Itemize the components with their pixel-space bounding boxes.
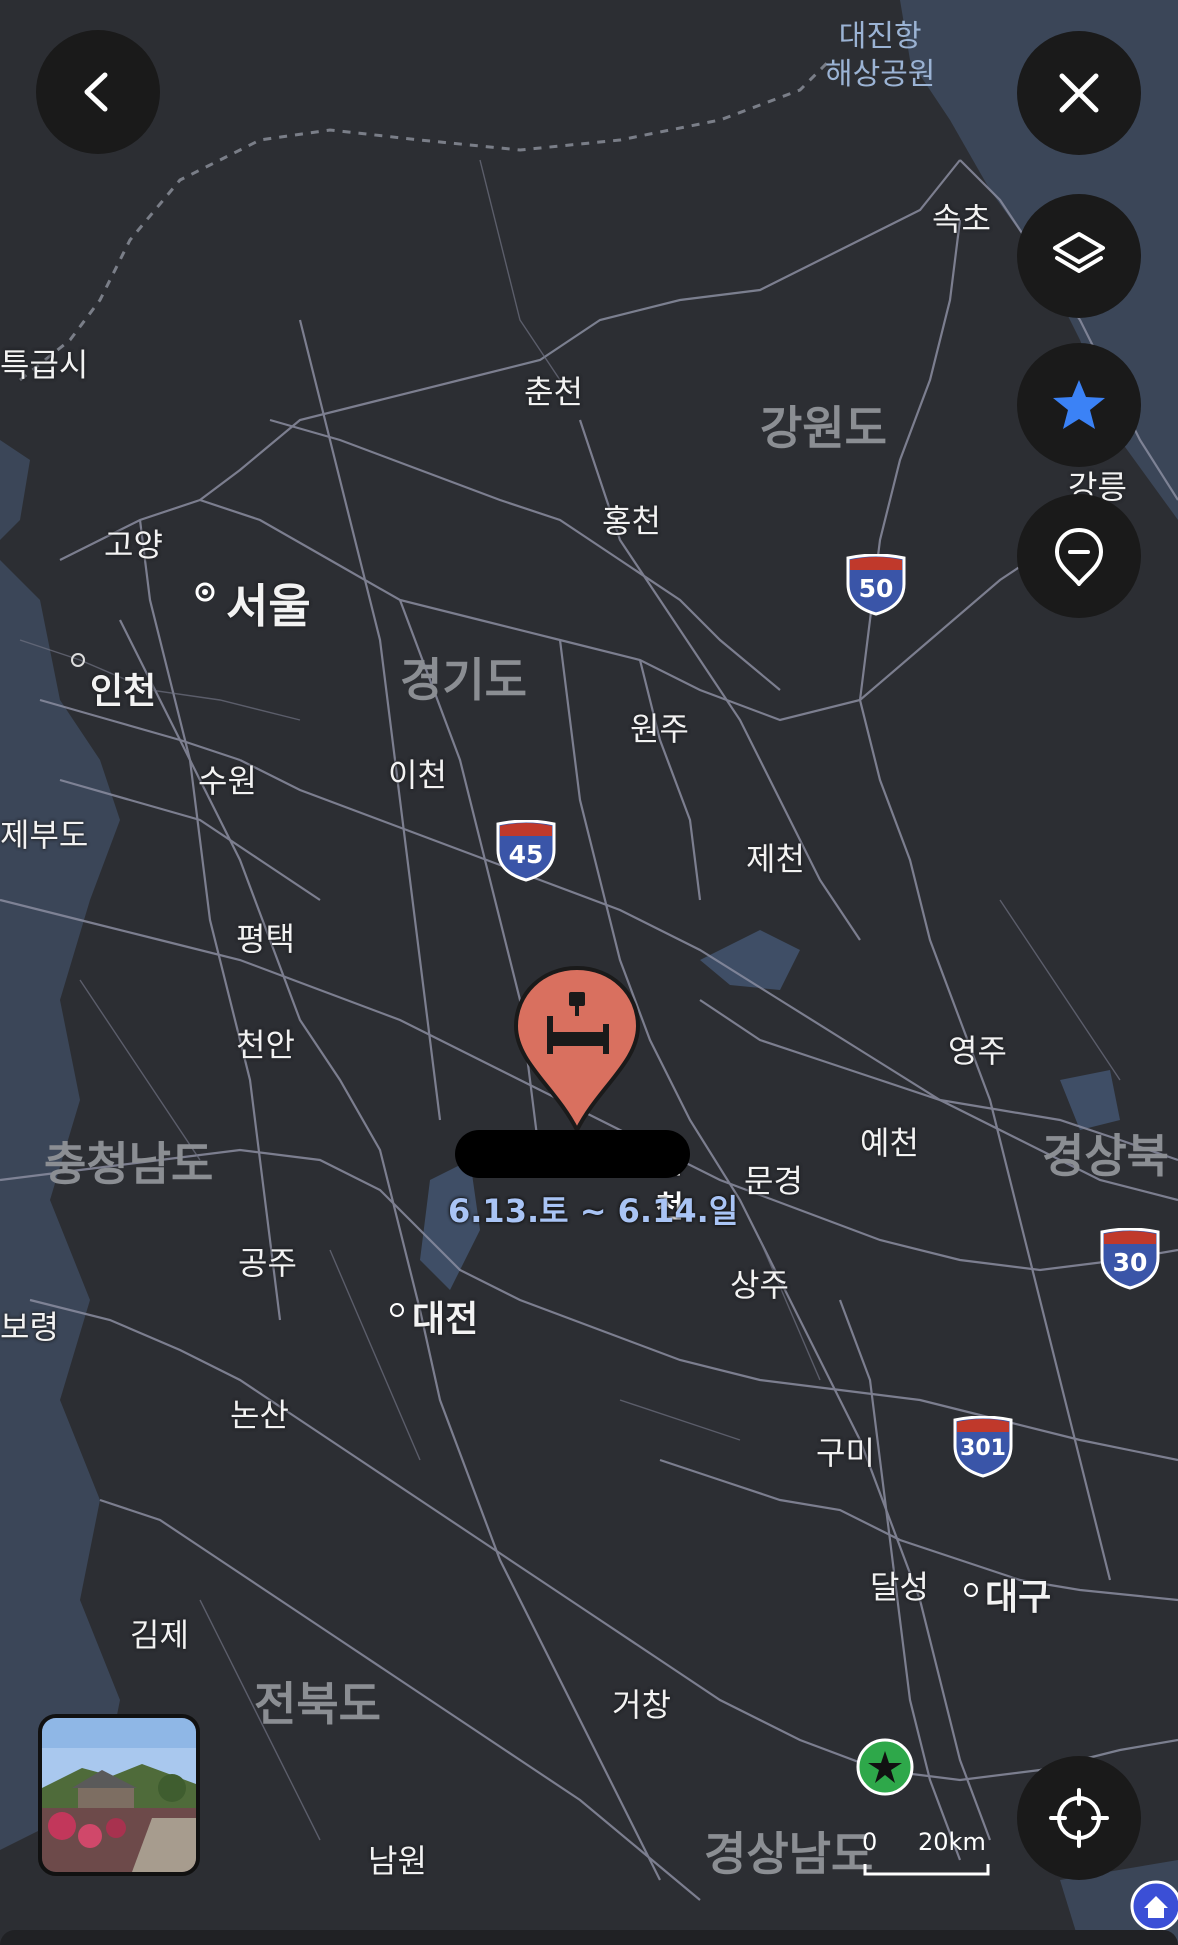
label-jebudo: 제부도 [0, 816, 89, 854]
favorite-button[interactable] [1017, 343, 1141, 467]
home-marker[interactable] [1128, 1876, 1178, 1932]
location-off-icon [1054, 527, 1104, 586]
west-sea [0, 560, 120, 1850]
pin-title-redaction [455, 1130, 690, 1178]
back-button[interactable] [36, 30, 160, 154]
highway-shield-301: 301 [951, 1415, 1015, 1478]
highway-shield-45: 45 [494, 819, 558, 882]
label-chungnam: 충청남도 [44, 1137, 214, 1191]
label-gyeongnam: 경상남도 [704, 1827, 874, 1881]
label-namwon: 남원 [368, 1842, 427, 1880]
pin-dates: 6.13.토 ~ 6.14.일 [448, 1192, 739, 1230]
label-nonsan: 논산 [230, 1396, 289, 1434]
seoul-dot-inner [202, 589, 208, 595]
label-yeongju: 영주 [948, 1032, 1007, 1070]
label-gyeongbuk: 경상북 [1042, 1129, 1169, 1183]
star-icon [1053, 380, 1105, 429]
label-gyeonggi: 경기도 [400, 653, 527, 707]
daegu-dot [964, 1583, 978, 1597]
label-wonju: 원주 [630, 710, 689, 748]
bottom-sheet-edge[interactable] [0, 1930, 1178, 1945]
shield-50-label: 50 [858, 574, 894, 603]
close-button[interactable] [1017, 31, 1141, 155]
label-geochang: 거창 [612, 1686, 671, 1724]
label-jecheon: 제천 [746, 840, 805, 878]
crosshair-icon [1049, 1788, 1109, 1848]
label-daejeon: 대전 [412, 1299, 479, 1340]
label-boryeong: 보령 [0, 1308, 59, 1346]
label-cheonan: 천안 [236, 1026, 295, 1064]
park-line-1: 대진항 [838, 19, 922, 54]
label-incheon: 인천 [90, 671, 157, 712]
label-icheon: 이천 [388, 756, 447, 794]
label-park: 대진항 해상공원 [825, 18, 935, 94]
label-suwon: 수원 [198, 762, 257, 800]
label-goyang: 고양 [104, 526, 163, 564]
shield-30-label: 30 [1112, 1248, 1148, 1277]
shield-301-label: 301 [960, 1436, 1006, 1461]
label-dalseong: 달성 [870, 1568, 929, 1606]
park-line-2: 해상공원 [825, 57, 936, 92]
shield-45-label: 45 [508, 840, 544, 869]
label-sangju: 상주 [730, 1266, 789, 1304]
place-photo-thumbnail[interactable] [38, 1714, 200, 1876]
label-gimje: 김제 [130, 1616, 189, 1654]
location-off-button[interactable] [1017, 494, 1141, 618]
chevron-left-icon [84, 72, 108, 112]
label-sokcho: 속초 [932, 200, 991, 238]
label-hongcheon: 홍천 [602, 502, 661, 540]
label-pyeongtaek: 평택 [236, 920, 295, 958]
label-gangwon: 강원도 [760, 401, 887, 455]
label-gumi: 구미 [816, 1434, 875, 1472]
highway-shield-50: 50 [844, 553, 908, 616]
highway-shield-30: 30 [1098, 1227, 1162, 1290]
lodging-pin[interactable] [512, 964, 642, 1135]
han-river-estuary [0, 440, 30, 540]
label-daegu: 대구 [985, 1577, 1052, 1618]
label-yecheon: 예천 [860, 1124, 919, 1162]
my-location-button[interactable] [1017, 1756, 1141, 1880]
poi-star-marker[interactable] [855, 1737, 915, 1797]
label-gongju: 공주 [238, 1244, 297, 1282]
scale-bar [863, 1864, 990, 1876]
label-special-city: 특급시 [0, 346, 89, 384]
label-jeonbuk: 전북도 [254, 1677, 381, 1731]
layers-icon [1053, 232, 1105, 273]
label-chuncheon: 춘천 [524, 373, 583, 411]
close-icon [1059, 73, 1099, 113]
daejeon-dot [390, 1303, 404, 1317]
label-seoul: 서울 [226, 579, 311, 633]
layers-button[interactable] [1017, 194, 1141, 318]
label-mungyeong: 문경 [744, 1162, 803, 1200]
